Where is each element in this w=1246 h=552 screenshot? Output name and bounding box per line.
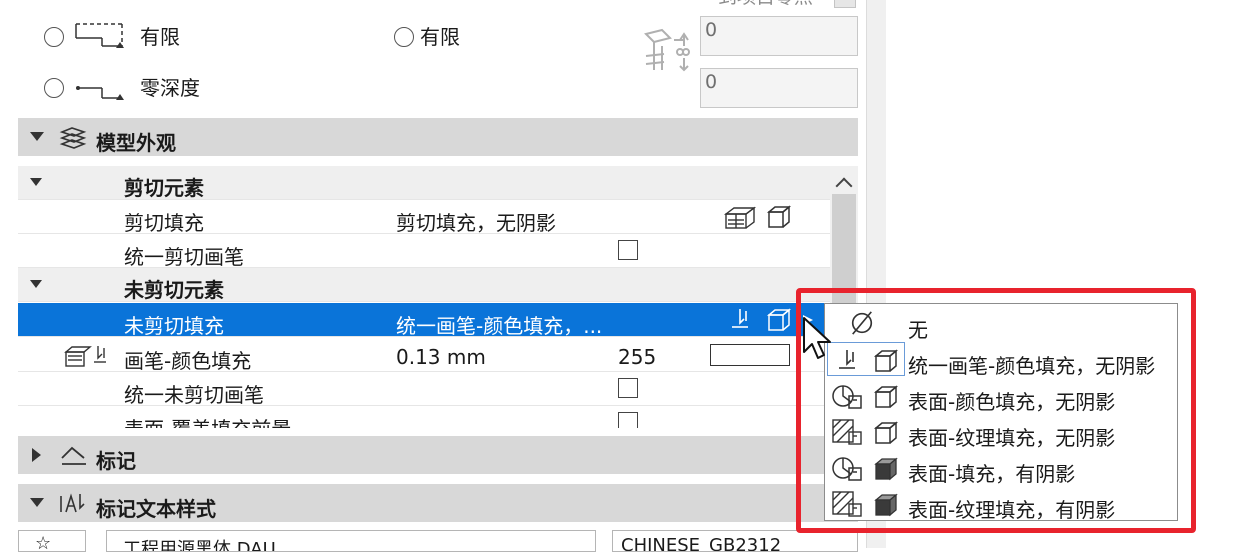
row-uniform-cut-pen[interactable]: 统一剪切画笔 (18, 234, 830, 269)
collapse-arrow-icon (30, 498, 44, 507)
section-marker-text-style-label: 标记文本样式 (96, 497, 216, 521)
row-cut-fill[interactable]: 剪切填充 剪切填充，无阴影 (18, 200, 830, 235)
encoding-select[interactable]: CHINESE_GB2312 (612, 530, 858, 552)
highlight-frame (796, 288, 1196, 533)
scroll-up-icon[interactable] (835, 177, 853, 195)
surface-overlay-checkbox[interactable] (618, 412, 638, 428)
uniform-uncut-pen-label: 统一未剪切画笔 (124, 383, 264, 407)
to-project-zero-button[interactable]: 到项目零点 (718, 0, 813, 7)
offset-field-bottom[interactable]: 0 (700, 68, 858, 108)
pen-color-fill-label: 画笔-颜色填充 (124, 349, 252, 373)
mouse-cursor-icon (803, 317, 831, 359)
group-cut-elements[interactable]: 剪切元素 (18, 166, 830, 200)
marker-icon (61, 446, 86, 465)
section-model-appearance-label: 模型外观 (96, 131, 176, 155)
expand-arrow-icon (30, 280, 42, 288)
group-uncut-label: 未剪切元素 (124, 278, 224, 302)
section-marker[interactable]: 标记 (18, 436, 858, 474)
section-model-appearance[interactable]: 模型外观 (18, 118, 858, 156)
offset-bottom-value: 0 (705, 71, 718, 93)
uniform-cut-pen-checkbox[interactable] (618, 240, 638, 260)
star-icon: ☆ (35, 533, 52, 552)
radio-finite-2-label: 有限 (420, 25, 460, 49)
to-project-zero-label: 到项目零点 (718, 0, 813, 8)
offset-field-top[interactable]: 0 (700, 16, 858, 56)
encoding-select-value: CHINESE_GB2312 (621, 535, 782, 552)
pen-fill-icon (732, 309, 748, 328)
pen-color-swatch[interactable] (710, 344, 790, 366)
cut-fill-label: 剪切填充 (124, 211, 204, 235)
cut-fill-icon (723, 206, 757, 229)
offset-top-value: 0 (705, 19, 718, 41)
radio-finite-label: 有限 (140, 25, 180, 49)
row-pen-color-fill[interactable]: 画笔-颜色填充 0.13 mm 255 (18, 338, 830, 373)
row-uniform-uncut-pen[interactable]: 统一未剪切画笔 (18, 372, 830, 407)
radio-finite-2[interactable] (394, 27, 414, 47)
cube-outline-icon (766, 205, 792, 228)
font-select-value: 工程用源黑体 DAU (123, 539, 276, 552)
uncut-fill-label: 未剪切填充 (124, 314, 224, 338)
text-style-icon (60, 493, 85, 513)
model-appearance-icon (59, 127, 87, 149)
expand-arrow-icon (30, 178, 42, 186)
collapse-arrow-icon (30, 132, 44, 141)
favorites-button[interactable]: ☆ (18, 530, 86, 552)
pen-index-value: 255 (618, 345, 657, 369)
cube-outline-icon (766, 308, 792, 331)
uniform-uncut-pen-checkbox[interactable] (618, 378, 638, 398)
section-marker-text-style[interactable]: 标记文本样式 (18, 484, 858, 522)
pen-layers-icon (64, 346, 106, 367)
font-select[interactable]: 工程用源黑体 DAU (106, 530, 596, 552)
radio-zero-depth-label: 零深度 (140, 76, 200, 100)
uncut-fill-value: 统一画笔-颜色填充，... (396, 314, 603, 338)
radio-zero-depth[interactable] (44, 78, 64, 98)
group-cut-label: 剪切元素 (124, 176, 204, 200)
uniform-cut-pen-label: 统一剪切画笔 (124, 245, 244, 269)
cut-fill-value: 剪切填充，无阴影 (396, 211, 556, 235)
radio-finite[interactable] (44, 27, 64, 47)
group-uncut-elements[interactable]: 未剪切元素 (18, 268, 830, 302)
zero-depth-icon (76, 86, 124, 100)
finite-depth-icon (75, 23, 124, 48)
to-project-zero-arrow[interactable] (834, 0, 856, 8)
expand-arrow-icon (32, 448, 41, 462)
pen-size-value: 0.13 mm (396, 345, 486, 369)
settings-grid: 剪切元素 剪切填充 剪切填充，无阴影 统一剪切画笔 未剪切元素 未剪切填充 统一 (18, 166, 830, 428)
stair-offset-icon (644, 28, 690, 72)
surface-overlay-label: 表面-覆盖填充前景 (124, 413, 291, 428)
row-uncut-fill[interactable]: 未剪切填充 统一画笔-颜色填充，... (18, 303, 830, 338)
section-marker-label: 标记 (96, 449, 136, 473)
row-surface-overlay[interactable]: 表面-覆盖填充前景 (18, 406, 830, 428)
